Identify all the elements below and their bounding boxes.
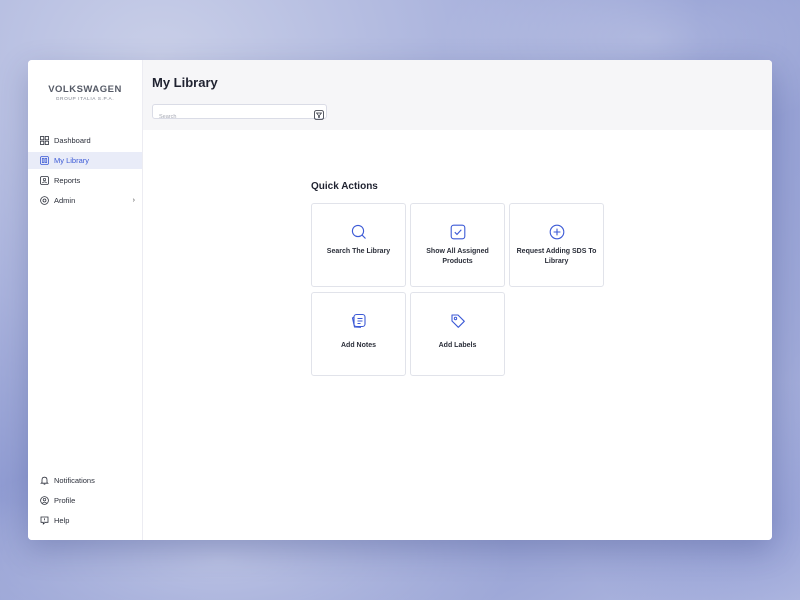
quick-action-assigned-products[interactable]: Show All Assigned Products [410, 203, 505, 287]
page-header: My Library [143, 60, 772, 130]
card-label: Show All Assigned Products [426, 248, 489, 265]
card-label: Add Labels [438, 342, 477, 349]
plus-circle-icon [549, 224, 565, 240]
user-icon [40, 496, 49, 505]
quick-actions-title: Quick Actions [311, 181, 378, 192]
sidebar: VOLKSWAGEN GROUP ITALIA S.P.A. Dashboard… [28, 60, 143, 540]
card-label: Search The Library [326, 248, 391, 255]
sidebar-item-label: Help [54, 516, 70, 525]
brand-subtitle: GROUP ITALIA S.P.A. [55, 97, 115, 102]
sidebar-item-label: Profile [54, 496, 76, 505]
sidebar-item-my-library[interactable]: My Library [28, 152, 142, 169]
sidebar-item-profile[interactable]: Profile [28, 492, 142, 509]
sidebar-item-label: Reports [54, 176, 81, 185]
search-input[interactable] [153, 110, 303, 124]
brand-logo: VOLKSWAGEN GROUP ITALIA S.P.A. [28, 60, 142, 132]
sidebar-item-label: Dashboard [54, 136, 91, 145]
app-window: VOLKSWAGEN GROUP ITALIA S.P.A. Dashboard… [28, 60, 772, 540]
admin-icon [40, 196, 49, 205]
check-square-icon [450, 224, 466, 240]
sidebar-nav: Dashboard My Library Reports Admin › [28, 132, 142, 209]
card-label: Add Notes [341, 342, 376, 349]
search-box [152, 104, 327, 124]
quick-action-search-library[interactable]: Search The Library [311, 203, 406, 287]
brand-name: VOLKSWAGEN [48, 84, 122, 95]
grid-icon [40, 136, 49, 145]
sidebar-item-help[interactable]: Help [28, 512, 142, 529]
main-content: My Library Quick Actions Search The Libr… [143, 60, 772, 540]
sidebar-bottom-nav: Notifications Profile Help [28, 472, 142, 532]
quick-action-add-notes[interactable]: Add Notes [311, 292, 406, 376]
sidebar-item-label: My Library [54, 156, 90, 165]
quick-action-add-labels[interactable]: Add Labels [410, 292, 505, 376]
tag-icon [450, 313, 466, 329]
reports-icon [40, 176, 49, 185]
sidebar-item-label: Notifications [54, 476, 95, 485]
library-icon [40, 156, 49, 165]
search-icon [351, 224, 367, 240]
filter-icon[interactable] [314, 107, 324, 120]
sidebar-item-notifications[interactable]: Notifications [28, 472, 142, 489]
chevron-right-icon: › [132, 197, 135, 204]
notes-icon [351, 313, 367, 329]
sidebar-item-dashboard[interactable]: Dashboard [28, 132, 142, 149]
quick-action-request-sds[interactable]: Request Adding SDS To Library [509, 203, 604, 287]
page-title: My Library [152, 75, 218, 90]
bell-icon [40, 476, 49, 485]
sidebar-item-label: Admin [54, 196, 76, 205]
card-label: Request Adding SDS To Library [516, 248, 597, 265]
sidebar-item-reports[interactable]: Reports [28, 172, 142, 189]
help-icon [40, 516, 49, 525]
sidebar-item-admin[interactable]: Admin › [28, 192, 142, 209]
